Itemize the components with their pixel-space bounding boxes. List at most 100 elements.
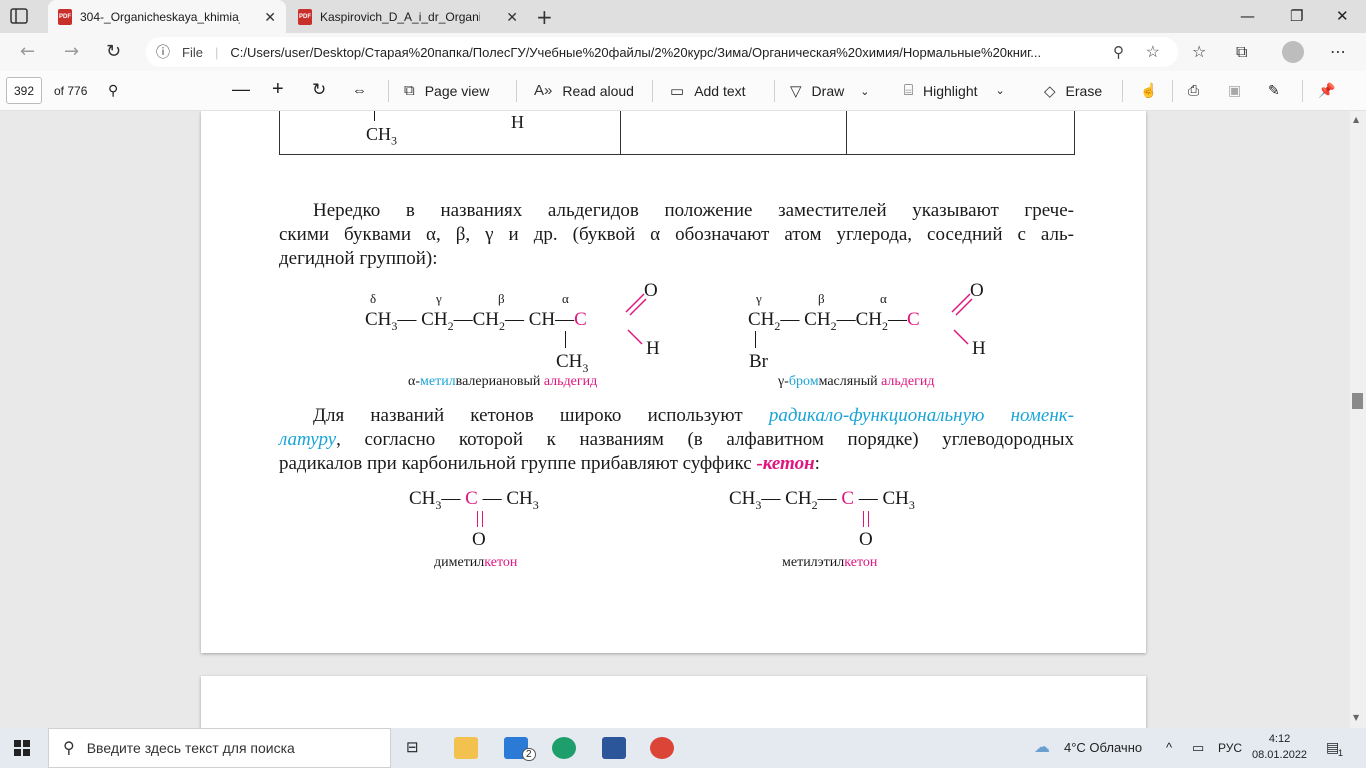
greek-delta: δ bbox=[370, 291, 377, 306]
chevron-up-icon[interactable]: ^ bbox=[1166, 740, 1172, 755]
formula3-oxygen: O bbox=[472, 529, 486, 550]
new-tab-button[interactable]: + bbox=[536, 5, 553, 29]
search-icon[interactable]: ⚲ bbox=[108, 82, 118, 99]
back-icon[interactable]: ← bbox=[20, 41, 35, 62]
edge-icon[interactable] bbox=[552, 737, 576, 759]
formula1-bonds bbox=[625, 293, 647, 345]
read-aloud-button[interactable]: A» Read aloud bbox=[534, 82, 634, 99]
tab-bar: PDF 304-_Organicheskaya_khimia_Ch ✕ PDF … bbox=[0, 0, 1366, 33]
cloud-icon: ☁ bbox=[1034, 739, 1050, 756]
formula1-methyl: CH3 bbox=[556, 351, 589, 375]
collections-icon[interactable]: ⧉ bbox=[1236, 42, 1247, 62]
more-icon[interactable]: ⋯ bbox=[1330, 42, 1346, 61]
read-aloud-icon: A» bbox=[534, 82, 553, 99]
formula-methylethylketone: CH3— CH2— C — CH3 bbox=[729, 488, 915, 512]
word-icon[interactable] bbox=[602, 737, 626, 759]
zoom-in-icon[interactable]: + bbox=[272, 78, 284, 101]
greek-gamma: γ bbox=[756, 291, 762, 306]
pdf-icon: PDF bbox=[298, 8, 312, 25]
close-icon[interactable]: ✕ bbox=[264, 9, 276, 26]
greek-alpha: α bbox=[880, 291, 887, 306]
highlight-icon: ⌸ bbox=[904, 82, 914, 99]
scrollbar[interactable] bbox=[1350, 111, 1366, 728]
tab-kaspirovich[interactable]: PDF Kaspirovich_D_A_i_dr_Organiche ✕ bbox=[288, 0, 528, 33]
minimize-icon[interactable]: — bbox=[1240, 7, 1255, 25]
scroll-down-icon[interactable]: ▼ bbox=[1353, 713, 1359, 722]
notifications-count: 1 bbox=[1338, 748, 1344, 758]
zoom-icon[interactable]: ⚲ bbox=[1113, 43, 1124, 61]
caption-methylvaleric: α-метилвалериановый альдегид bbox=[408, 374, 598, 389]
scroll-thumb[interactable] bbox=[1352, 393, 1363, 409]
pdf-icon: PDF bbox=[58, 8, 72, 25]
chevron-down-icon[interactable]: ⌄ bbox=[860, 85, 869, 98]
close-icon[interactable]: ✕ bbox=[506, 9, 518, 26]
draw-button[interactable]: ▽ Draw ⌄ bbox=[790, 82, 869, 100]
pin-icon[interactable]: 📌 bbox=[1318, 82, 1335, 99]
chevron-down-icon[interactable]: ⌄ bbox=[996, 84, 1005, 97]
erase-button[interactable]: ◇ Erase bbox=[1044, 82, 1102, 100]
pdf-page bbox=[201, 111, 1146, 653]
text-box-icon: ▭ bbox=[670, 83, 685, 100]
greek-beta: β bbox=[818, 291, 825, 306]
caption-dimethylketone: диметилкетон bbox=[434, 555, 518, 570]
refresh-icon[interactable]: ↻ bbox=[106, 41, 121, 62]
caption-methylethylketone: метилэтилкетон bbox=[782, 555, 878, 570]
file-label: File bbox=[182, 44, 203, 60]
highlight-button[interactable]: ⌸ Highlight ⌄ bbox=[904, 82, 1005, 99]
save-icon[interactable]: ▣ bbox=[1228, 82, 1241, 99]
table-ch3: CH3 bbox=[366, 124, 398, 148]
search-icon: ⚲ bbox=[63, 740, 75, 757]
greek-beta: β bbox=[498, 291, 505, 306]
touch-icon[interactable]: ☝ bbox=[1140, 82, 1157, 99]
taskbar-search[interactable]: ⚲ Введите здесь текст для поиска bbox=[48, 728, 391, 768]
pdf-toolbar: 392 of 776 ⚲ — + ↻ ⇔ ⧉ Page view A» Read a… bbox=[0, 71, 1366, 111]
zoom-out-icon[interactable]: — bbox=[232, 79, 250, 100]
network-icon[interactable]: ▭ bbox=[1192, 740, 1204, 756]
url-text[interactable]: C:/Users/user/Desktop/Старая%20папка/Пол… bbox=[230, 45, 1100, 60]
url-field[interactable]: ⓘ File | C:/Users/user/Desktop/Старая%20… bbox=[146, 37, 1178, 67]
formula2-bromine: Br bbox=[749, 351, 768, 372]
formula2-bonds bbox=[951, 293, 973, 345]
close-window-icon[interactable]: ✕ bbox=[1336, 7, 1349, 25]
page-number-input[interactable]: 392 bbox=[6, 77, 42, 104]
table-fragment bbox=[279, 111, 1075, 155]
avatar[interactable] bbox=[1282, 41, 1304, 63]
greek-gamma: γ bbox=[436, 291, 442, 306]
pdf-page-next bbox=[201, 676, 1146, 728]
rotate-icon[interactable]: ↻ bbox=[312, 80, 326, 100]
page-view-button[interactable]: ⧉ Page view bbox=[404, 82, 489, 99]
tab-title: Kaspirovich_D_A_i_dr_Organiche bbox=[320, 9, 480, 24]
windows-start-icon[interactable] bbox=[14, 740, 30, 756]
scroll-up-icon[interactable]: ▲ bbox=[1353, 115, 1359, 124]
draw-icon: ▽ bbox=[790, 83, 802, 100]
paragraph-aldehyde-greek: Нередко в названиях альдегидов положение… bbox=[279, 200, 1074, 269]
favorite-icon[interactable]: ☆ bbox=[1146, 42, 1160, 62]
page-view-icon: ⧉ bbox=[404, 82, 415, 99]
clock[interactable]: 4:12 08.01.2022 bbox=[1252, 731, 1307, 763]
formula-methylvaleric: CH3— CH2—CH2— CH—C bbox=[365, 309, 587, 333]
info-icon[interactable]: ⓘ bbox=[156, 42, 170, 62]
task-view-icon[interactable]: ⊟ bbox=[406, 738, 419, 756]
language-indicator[interactable]: РУС bbox=[1218, 741, 1242, 755]
formula-acetone: CH3— C — CH3 bbox=[409, 488, 539, 512]
favorites-icon[interactable]: ☆ bbox=[1192, 42, 1206, 61]
formula4-oxygen: O bbox=[859, 529, 873, 550]
forward-icon[interactable]: → bbox=[64, 41, 79, 62]
formula-brombutyric: CH2— CH2—CH2—C bbox=[748, 309, 920, 333]
fit-page-icon[interactable]: ⇔ bbox=[352, 82, 367, 99]
weather-text[interactable]: 4°C Облачно bbox=[1064, 740, 1142, 755]
taskbar: ⚲ Введите здесь текст для поиска ⊟ 2 ☁ 4… bbox=[0, 728, 1366, 768]
save-as-icon[interactable]: ✎ bbox=[1268, 82, 1280, 99]
restore-icon[interactable]: ❐ bbox=[1290, 7, 1303, 25]
address-bar: ← → ↻ ⓘ File | C:/Users/user/Desktop/Ста… bbox=[0, 33, 1366, 71]
table-h: H bbox=[511, 112, 524, 132]
eraser-icon: ◇ bbox=[1044, 83, 1056, 100]
tab-organic-chemistry[interactable]: PDF 304-_Organicheskaya_khimia_Ch ✕ bbox=[48, 0, 286, 33]
print-icon[interactable]: ⎙ bbox=[1188, 82, 1199, 99]
chrome-icon[interactable] bbox=[650, 737, 674, 759]
file-explorer-icon[interactable] bbox=[454, 737, 478, 759]
caption-brombutyric: γ-броммасляный альдегид bbox=[778, 374, 935, 389]
tab-actions-icon[interactable] bbox=[10, 8, 28, 24]
add-text-button[interactable]: ▭ Add text bbox=[670, 82, 746, 100]
mail-badge: 2 bbox=[522, 748, 536, 761]
